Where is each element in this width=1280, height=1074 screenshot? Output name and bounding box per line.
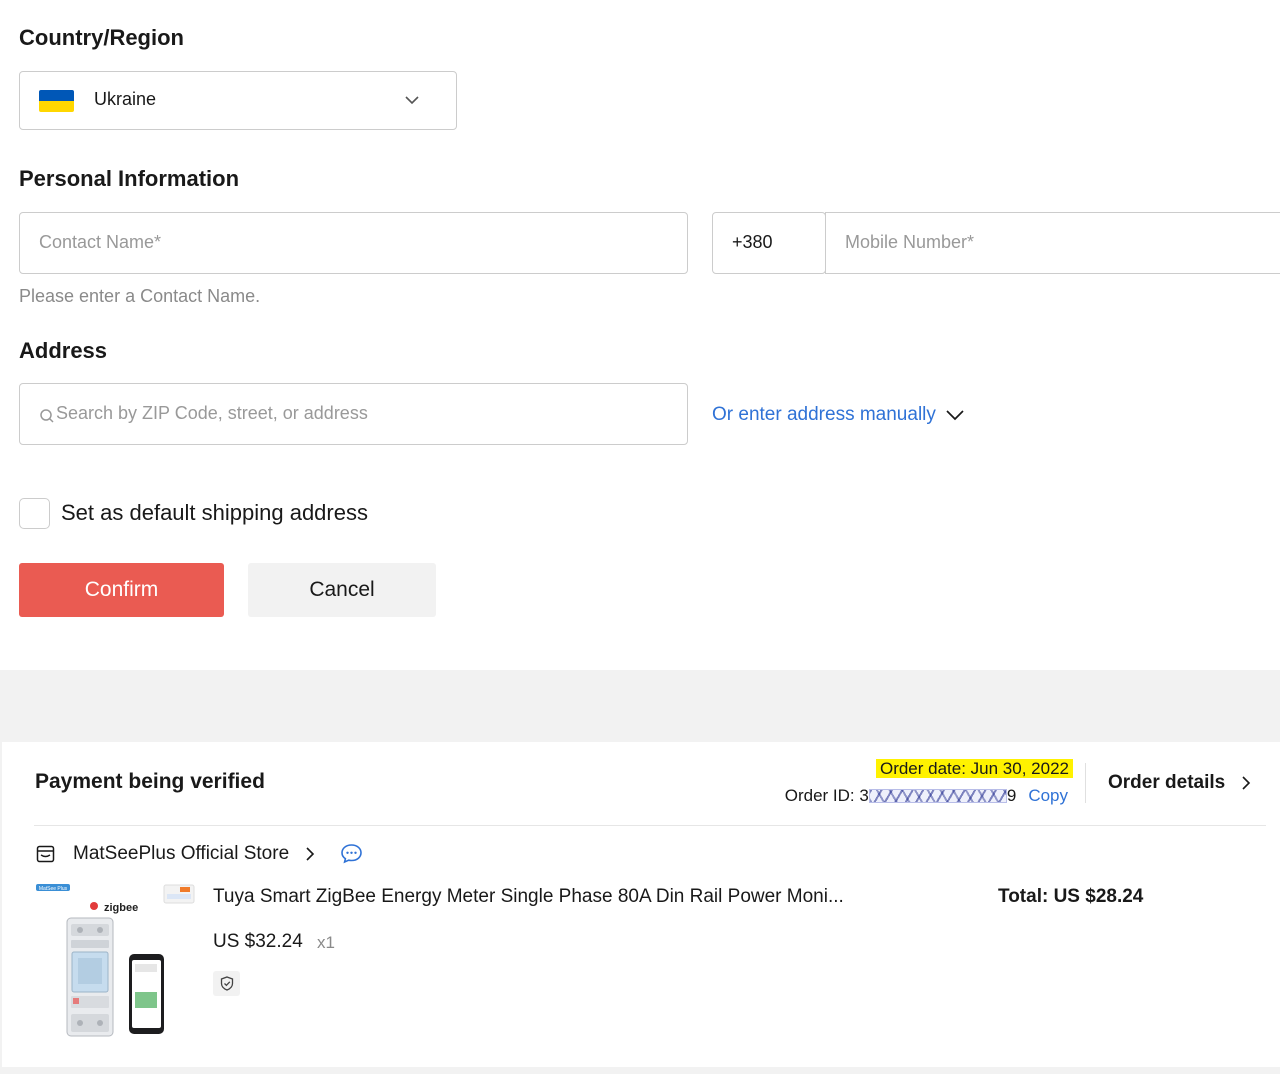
order-date-text: Order date: Jun 30, 2022: [875, 759, 1073, 778]
enter-address-manually-label: Or enter address manually: [712, 404, 936, 425]
order-details-label: Order details: [1108, 772, 1226, 793]
phone-code-select[interactable]: +380: [712, 212, 826, 274]
contact-name-error: Please enter a Contact Name.: [19, 286, 261, 306]
order-total: Total: US $28.24: [998, 886, 1144, 907]
address-search-input[interactable]: Search by ZIP Code, street, or address: [19, 383, 688, 445]
chevron-down-icon: [405, 96, 419, 105]
product-brand: zigbee: [104, 902, 138, 914]
order-status: Payment being verified: [35, 770, 265, 793]
default-address-checkbox[interactable]: [19, 498, 50, 529]
country-select[interactable]: Ukraine: [19, 71, 457, 130]
contact-name-input[interactable]: Contact Name*: [19, 212, 688, 274]
chevron-right-icon: [306, 847, 315, 861]
country-region-title: Country/Region: [19, 25, 184, 50]
product-price: US $32.24: [213, 931, 303, 952]
order-id-prefix: Order ID: 3: [784, 786, 869, 805]
cancel-button[interactable]: Cancel: [248, 563, 436, 617]
product-image[interactable]: MatSee Plus zigbee: [34, 880, 196, 1040]
order-id-redacted: [868, 789, 1007, 803]
contact-name-placeholder: Contact Name*: [39, 232, 162, 252]
default-address-label[interactable]: Set as default shipping address: [61, 500, 368, 526]
store-icon: [36, 845, 55, 863]
product-badge: MatSee Plus: [39, 886, 68, 892]
store-name: MatSeePlus Official Store: [73, 843, 290, 864]
address-search-placeholder: Search by ZIP Code, street, or address: [56, 403, 368, 423]
copy-order-id-button[interactable]: Copy: [1028, 786, 1068, 806]
address-title: Address: [19, 338, 108, 363]
chevron-down-icon: [946, 410, 964, 421]
personal-info-title: Personal Information: [19, 166, 240, 191]
chevron-right-icon: [1242, 776, 1251, 790]
search-icon: [40, 409, 54, 423]
header-divider: [1085, 763, 1086, 803]
country-select-value: Ukraine: [94, 89, 157, 109]
order-id: Order ID: 3 9 Copy: [785, 786, 1068, 806]
enter-address-manually-link[interactable]: Or enter address manually: [712, 404, 965, 426]
mobile-number-placeholder: Mobile Number*: [845, 232, 975, 252]
phone-code-value: +380: [732, 232, 773, 252]
buyer-protection-badge: [213, 971, 240, 996]
product-quantity: x1: [317, 933, 335, 952]
confirm-button[interactable]: Confirm: [19, 563, 224, 617]
mobile-number-input[interactable]: Mobile Number*: [825, 212, 1280, 274]
order-details-link[interactable]: Order details: [1108, 772, 1251, 794]
shield-check-icon: [220, 976, 234, 991]
chat-icon[interactable]: [340, 843, 363, 864]
order-date: Order date: Jun 30, 2022: [875, 759, 1073, 779]
ukraine-flag-icon: [39, 90, 74, 112]
order-id-suffix: 9: [1006, 786, 1017, 805]
product-title[interactable]: Tuya Smart ZigBee Energy Meter Single Ph…: [213, 886, 844, 908]
order-card-divider: [34, 825, 1266, 826]
store-link[interactable]: MatSeePlus Official Store: [73, 843, 315, 865]
